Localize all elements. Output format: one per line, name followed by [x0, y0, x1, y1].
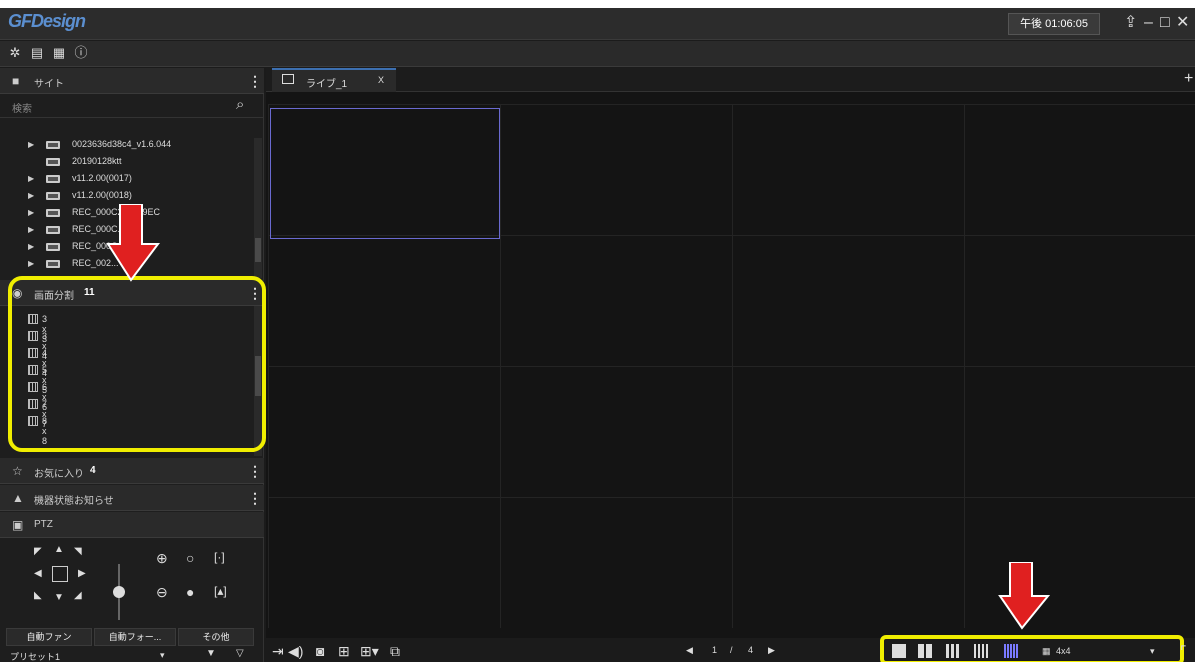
device-icon	[46, 192, 60, 200]
main-toolbar: ✲ ▤ ▦ ⓘ	[0, 41, 1195, 67]
split-panel-highlight	[8, 276, 266, 452]
chevron-down-icon: ▾	[1150, 646, 1155, 656]
ptz-down-right[interactable]: ◢	[74, 590, 82, 601]
monitor-icon	[282, 74, 294, 84]
device-icon	[46, 209, 60, 217]
bell-icon: ▲	[12, 491, 24, 505]
current-page: 1	[712, 645, 718, 655]
close-button[interactable]: ✕	[1176, 13, 1189, 33]
tab-live-1[interactable]: ライブ_1 X	[272, 68, 396, 92]
star-icon: ☆	[12, 464, 23, 478]
auto-pan-button[interactable]: 自動ファン	[6, 628, 92, 646]
preset-select[interactable]: プリセット1 ▾	[10, 650, 170, 662]
total-pages: 4	[748, 645, 754, 655]
tab-close-button[interactable]: X	[378, 75, 384, 85]
layout-3x3-button[interactable]	[946, 644, 960, 658]
speed-slider-knob[interactable]	[113, 586, 125, 598]
app-window: GFDesign 午後 01:06:05 ⇪ – □ ✕ ✲ ▤ ▦ ⓘ ■ サ…	[0, 8, 1195, 662]
red-arrow-annotation	[106, 204, 160, 282]
page-navigator: ◀ 1 / 4 ▶	[686, 643, 786, 657]
ptz-header[interactable]: ▣ PTZ	[0, 512, 264, 538]
layout-4x4-button[interactable]	[974, 644, 988, 658]
layout-menu-icon[interactable]: ⊞▾	[360, 644, 379, 658]
ptz-left[interactable]: ◀	[34, 568, 42, 579]
camera-icon: ▣	[12, 518, 24, 532]
prev-page-button[interactable]: ◀	[686, 645, 693, 656]
ptz-home[interactable]	[52, 566, 68, 582]
main-view: ライブ_1 X + ⇥ ◀) ◙ ⊞ ⊞▾ ⧉ ◀ 1 / 4 ▶ ▦ 4x4 …	[266, 68, 1195, 662]
bottom-toolbar: ⇥ ◀) ◙ ⊞ ⊞▾ ⧉ ◀ 1 / 4 ▶ ▦ 4x4 ▾ ⌜	[266, 635, 1195, 662]
selected-video-cell[interactable]	[270, 108, 500, 239]
clock-display: 午後 01:06:05	[1008, 13, 1100, 35]
ptz-down-left[interactable]: ◣	[34, 590, 42, 601]
preset-go-icon[interactable]: ▼	[206, 648, 216, 659]
ptz-up-left[interactable]: ◤	[34, 546, 42, 557]
favorites-title: お気に入り	[34, 469, 84, 480]
minimize-button[interactable]: –	[1144, 13, 1153, 33]
device-icon	[46, 175, 60, 183]
tab-bar: ライブ_1 X +	[266, 68, 1195, 92]
favorites-header[interactable]: ☆ お気に入り 4 ⋮	[0, 458, 264, 484]
more-menu-icon[interactable]: ⋮	[248, 463, 262, 480]
speaker-icon[interactable]: ◀)	[288, 644, 303, 658]
site-panel-title: サイト	[34, 79, 64, 90]
favorites-count: 4	[90, 465, 96, 476]
focus-auto-icon[interactable]: ●	[186, 584, 194, 600]
site-panel-header[interactable]: ■ サイト ⋮	[0, 68, 264, 94]
add-tab-button[interactable]: +	[1184, 70, 1193, 88]
red-arrow-annotation	[998, 562, 1050, 630]
device-icon	[46, 158, 60, 166]
chevron-down-icon: ▾	[160, 650, 165, 660]
info-icon[interactable]: ⓘ	[74, 46, 88, 60]
layout-5x5-button[interactable]	[1004, 644, 1018, 658]
page-separator: /	[730, 645, 733, 655]
next-page-button[interactable]: ▶	[768, 645, 775, 656]
focus-icon[interactable]: ○	[186, 550, 194, 566]
notifications-header[interactable]: ▲ 機器状態お知らせ ⋮	[0, 485, 264, 511]
more-menu-icon[interactable]: ⋮	[248, 490, 262, 507]
snapshot-icon[interactable]: ◙	[316, 644, 324, 658]
device-icon	[46, 243, 60, 251]
site-search[interactable]: 検索 ⌕	[0, 94, 264, 118]
ptz-title: PTZ	[34, 519, 53, 530]
app-logo: GFDesign	[8, 11, 86, 31]
zoom-in-icon[interactable]: ⊕	[156, 550, 168, 567]
device-icon	[46, 260, 60, 268]
ptz-panel: ◤ ▲ ◥ ◀ ▶ ◣ ▼ ◢ ⊕ ○ [·] ⊖ ● [▴] 自動ファン 自動…	[0, 538, 264, 662]
ptz-up[interactable]: ▲	[54, 544, 64, 555]
search-icon[interactable]: ⌕	[236, 96, 244, 113]
export-icon[interactable]: ⧉	[390, 644, 400, 658]
folder-icon: ■	[12, 74, 20, 88]
title-bar: GFDesign 午後 01:06:05 ⇪ – □ ✕	[0, 8, 1195, 40]
ptz-down[interactable]: ▼	[54, 592, 64, 603]
ptz-right[interactable]: ▶	[78, 568, 86, 579]
fullscreen-icon[interactable]: ⌜	[1180, 644, 1187, 658]
preset-save-icon[interactable]: ▽	[236, 648, 244, 659]
layout-1x1-button[interactable]	[892, 644, 906, 658]
grid-icon: ▦	[1042, 646, 1051, 656]
site-scrollbar[interactable]	[254, 138, 262, 278]
iris-close-icon[interactable]: [▴]	[214, 584, 227, 598]
device-icon	[46, 141, 60, 149]
layout-2x2-button[interactable]	[918, 644, 932, 658]
notifications-title: 機器状態お知らせ	[34, 496, 114, 507]
other-button[interactable]: その他	[178, 628, 254, 646]
ptz-up-right[interactable]: ◥	[74, 546, 82, 557]
auto-focus-button[interactable]: 自動フォー...	[94, 628, 176, 646]
export-icon[interactable]: ⇪	[1124, 13, 1137, 33]
layout-select[interactable]: ▦ 4x4 ▾	[1036, 644, 1166, 660]
more-menu-icon[interactable]: ⋮	[248, 73, 262, 90]
device-icon	[46, 226, 60, 234]
maximize-button[interactable]: □	[1160, 13, 1170, 33]
gear-icon[interactable]: ✲	[8, 46, 22, 60]
schedule-icon[interactable]: ▤	[30, 46, 44, 60]
layout-add-icon[interactable]: ⊞	[338, 644, 350, 658]
iris-open-icon[interactable]: [·]	[214, 550, 225, 564]
zoom-out-icon[interactable]: ⊖	[156, 584, 168, 601]
grid-icon[interactable]: ▦	[52, 46, 66, 60]
exit-icon[interactable]: ⇥	[272, 644, 284, 658]
tab-label: ライブ_1	[306, 79, 348, 90]
search-input[interactable]: 検索	[12, 100, 32, 115]
